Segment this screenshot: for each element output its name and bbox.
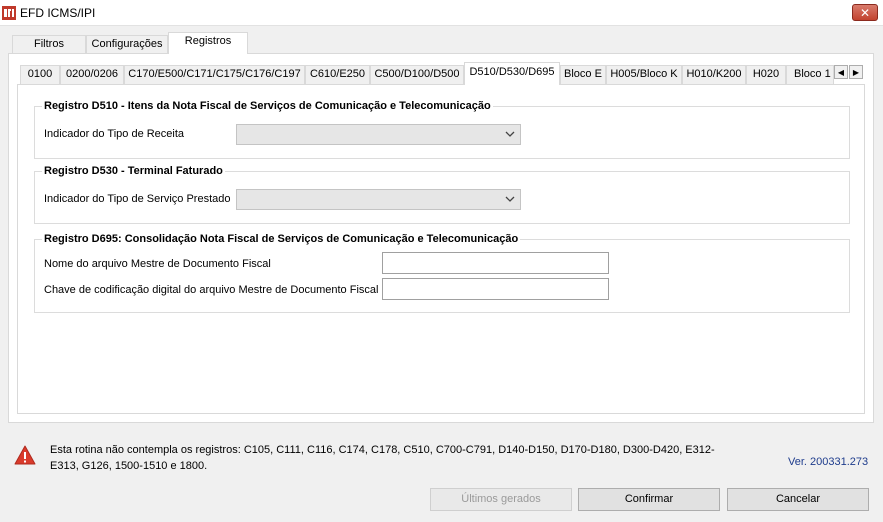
tab-registros[interactable]: Registros [168, 32, 248, 54]
tab-h020[interactable]: H020 [746, 65, 786, 84]
cancel-button[interactable]: Cancelar [727, 488, 869, 511]
tipo-receita-select[interactable] [236, 124, 521, 145]
group-d695: Registro D695: Consolidação Nota Fiscal … [34, 233, 850, 313]
tipo-servico-label: Indicador do Tipo de Serviço Prestado [44, 193, 231, 205]
tab-scroll-left-button[interactable]: ◀ [834, 65, 848, 79]
tab-configuracoes[interactable]: Configurações [86, 35, 168, 53]
tab-filtros[interactable]: Filtros [12, 35, 86, 53]
arrow-left-icon: ◀ [837, 67, 845, 77]
tab-bloco-1[interactable]: Bloco 1 [786, 65, 834, 84]
tab-scroll-right-button[interactable]: ▶ [849, 65, 863, 79]
app-icon [2, 6, 16, 20]
tab-0200-0206[interactable]: 0200/0206 [60, 65, 124, 84]
group-d510-title: Registro D510 - Itens da Nota Fiscal de … [42, 100, 493, 112]
ultimos-gerados-button[interactable]: Últimos gerados [430, 488, 572, 511]
tab-h005-bloco-k[interactable]: H005/Bloco K [606, 65, 682, 84]
window-title: EFD ICMS/IPI [20, 6, 96, 20]
close-button[interactable]: ✕ [852, 4, 878, 21]
chevron-down-icon [505, 196, 515, 202]
tipo-servico-select[interactable] [236, 189, 521, 210]
version-label: Ver. 200331.273 [788, 456, 869, 468]
nome-arquivo-label: Nome do arquivo Mestre de Documento Fisc… [44, 258, 271, 270]
chave-codificacao-input[interactable] [382, 278, 609, 300]
tipo-receita-label: Indicador do Tipo de Receita [44, 128, 185, 140]
title-bar: EFD ICMS/IPI ✕ [0, 0, 883, 26]
chave-codificacao-label: Chave de codificação digital do arquivo … [44, 284, 379, 296]
close-icon: ✕ [859, 5, 871, 20]
warning-icon [14, 445, 36, 465]
tab-bloco-e[interactable]: Bloco E [560, 65, 606, 84]
notice-text: Esta rotina não contempla os registros: … [50, 444, 715, 472]
tab-h010-k200[interactable]: H010/K200 [682, 65, 746, 84]
group-d695-title: Registro D695: Consolidação Nota Fiscal … [42, 233, 521, 245]
arrow-right-icon: ▶ [852, 67, 860, 77]
chevron-down-icon [505, 131, 515, 137]
tab-c610-e250[interactable]: C610/E250 [305, 65, 370, 84]
nome-arquivo-input[interactable] [382, 252, 609, 274]
tab-c170[interactable]: C170/E500/C171/C175/C176/C197 [124, 65, 305, 84]
tab-d510-d530-d695[interactable]: D510/D530/D695 [464, 62, 560, 85]
group-d530-title: Registro D530 - Terminal Faturado [42, 165, 225, 177]
tab-c500-d100-d500[interactable]: C500/D100/D500 [370, 65, 464, 84]
tab-0100[interactable]: 0100 [20, 65, 60, 84]
confirm-button[interactable]: Confirmar [578, 488, 720, 511]
